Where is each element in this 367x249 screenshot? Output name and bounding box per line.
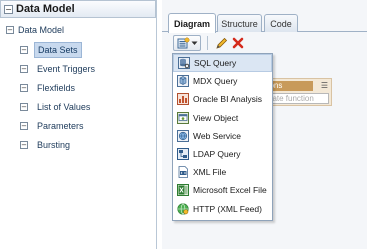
tab-code[interactable]: Code [264, 14, 298, 32]
oracle-bi-analysis-icon [177, 93, 189, 106]
panel-title: Data Model [16, 3, 75, 15]
panel-menu-icon[interactable]: ☰ [321, 81, 328, 90]
menu-item-label: MDX Query [193, 76, 238, 87]
data-model-panel: − Data Model − Data Model − Data Sets − … [0, 0, 157, 249]
tab-structure[interactable]: Structure [217, 14, 262, 32]
data-model-tree: − Data Model − Data Sets − Event Trigger… [0, 22, 156, 154]
tree-item-event-triggers[interactable]: − Event Triggers [0, 59, 156, 78]
tree-item-label: Flexfields [37, 82, 76, 93]
tree-item-bursting[interactable]: − Bursting [0, 135, 156, 154]
tree-item-label: Parameters [37, 120, 84, 131]
http-xml-feed-icon [177, 202, 189, 215]
node-box-icon[interactable]: − [20, 64, 28, 73]
new-dataset-button[interactable] [173, 35, 201, 51]
collapse-node-icon[interactable]: − [6, 26, 14, 34]
tab-diagram[interactable]: Diagram [168, 13, 216, 33]
tree-item-parameters[interactable]: − Parameters [0, 116, 156, 135]
new-dataset-menu: SQL Query MDX Query Oracle BI Analysis V… [172, 53, 273, 221]
menu-item-label: XML File [193, 167, 227, 178]
menu-item-mdx-query[interactable]: MDX Query [173, 72, 272, 90]
menu-item-web-service[interactable]: Web Service [173, 127, 272, 145]
diagram-toolbar [162, 33, 367, 53]
panel-header: − Data Model [0, 0, 156, 18]
node-box-icon[interactable]: − [20, 140, 28, 149]
node-box-icon[interactable]: − [20, 121, 28, 130]
tree-item-data-sets[interactable]: − Data Sets [0, 40, 156, 59]
tree-root[interactable]: − Data Model [0, 22, 156, 38]
menu-item-view-object[interactable]: View Object [173, 109, 272, 127]
mdx-query-icon [177, 75, 189, 88]
menu-item-label: HTTP (XML Feed) [193, 203, 262, 214]
menu-item-label: SQL Query [194, 58, 237, 69]
menu-item-label: Web Service [193, 130, 242, 141]
node-box-icon[interactable]: − [20, 45, 28, 54]
tree-item-label: Event Triggers [37, 63, 96, 74]
node-box-icon[interactable]: − [20, 102, 28, 111]
tree-item-label: Data Sets [34, 41, 82, 58]
toolbar-divider [207, 36, 208, 50]
menu-item-label: Microsoft Excel File [193, 185, 267, 196]
menu-item-label: LDAP Query [193, 149, 241, 160]
menu-item-http-xml-feed[interactable]: HTTP (XML Feed) [173, 200, 272, 218]
delete-x-icon[interactable] [231, 36, 245, 50]
menu-item-xml-file[interactable]: XML File [173, 163, 272, 181]
tree-root-label: Data Model [18, 25, 65, 35]
view-object-icon [177, 111, 189, 124]
xml-file-icon [177, 166, 189, 179]
menu-item-microsoft-excel-file[interactable]: Microsoft Excel File [173, 181, 272, 199]
menu-item-label: Oracle BI Analysis [193, 94, 262, 105]
node-box-icon[interactable]: − [20, 83, 28, 92]
chevron-down-icon [190, 36, 198, 50]
tree-item-flexfields[interactable]: − Flexfields [0, 78, 156, 97]
new-dataset-icon [176, 36, 190, 50]
tree-item-label: Bursting [37, 139, 71, 150]
tree-item-label: List of Values [37, 101, 91, 112]
menu-item-sql-query[interactable]: SQL Query [173, 54, 272, 73]
collapse-icon[interactable]: − [4, 4, 13, 14]
tree-item-list-of-values[interactable]: − List of Values [0, 97, 156, 116]
sql-query-icon [178, 57, 190, 70]
web-service-icon [177, 129, 189, 142]
menu-item-ldap-query[interactable]: LDAP Query [173, 145, 272, 163]
menu-item-oracle-bi-analysis[interactable]: Oracle BI Analysis [173, 90, 272, 108]
menu-item-label: View Object [193, 112, 239, 123]
pencil-icon[interactable] [214, 36, 228, 50]
editor-tabs: Diagram Structure Code [162, 12, 367, 33]
excel-file-icon [177, 184, 189, 197]
ldap-query-icon [177, 148, 189, 161]
